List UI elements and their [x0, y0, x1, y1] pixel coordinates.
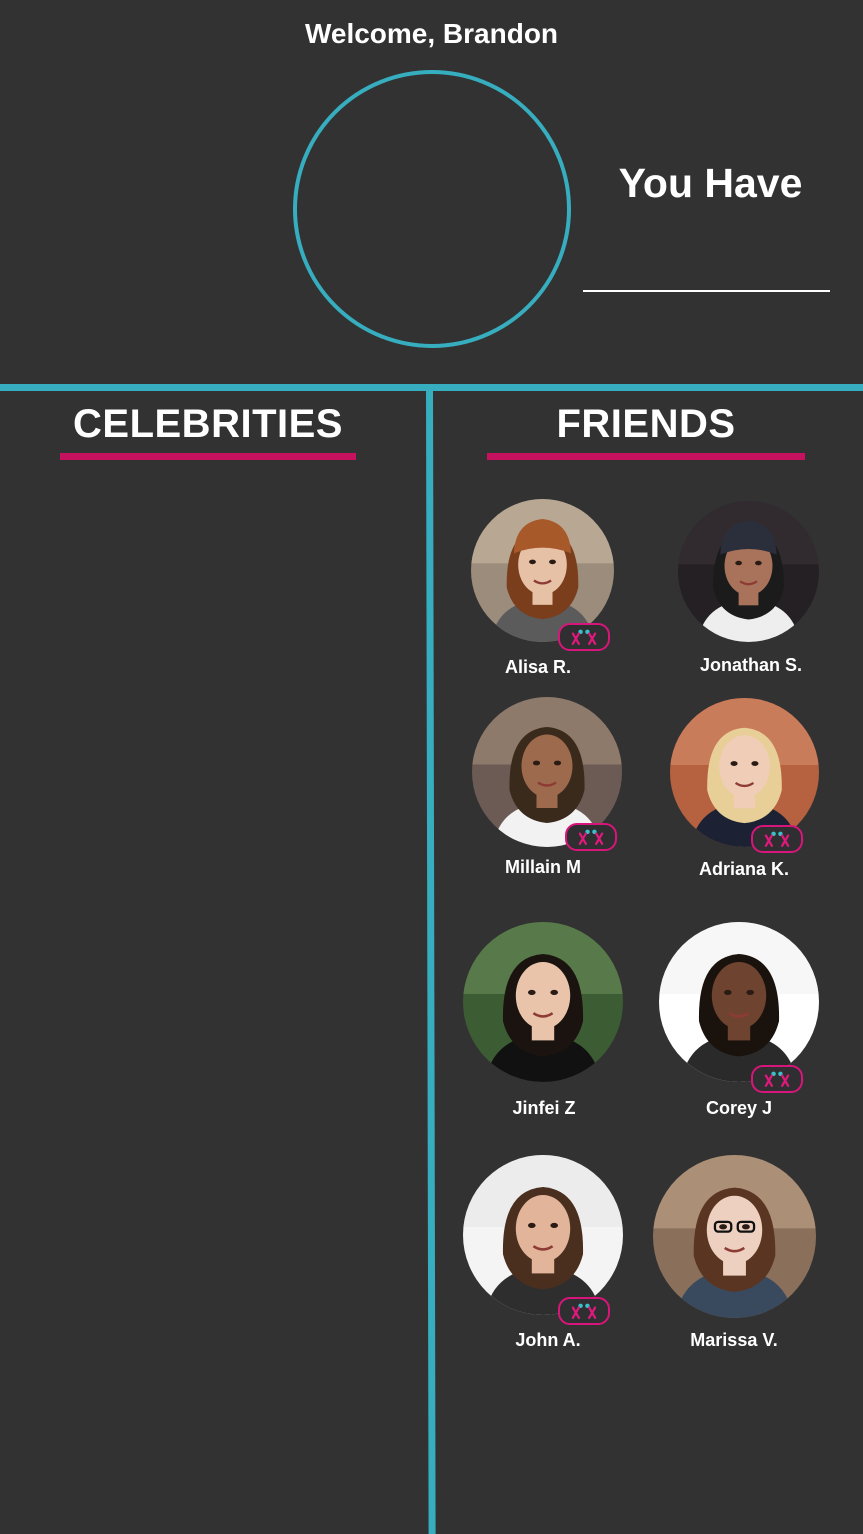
friend-avatar[interactable] — [678, 501, 819, 642]
people-logo-icon — [565, 823, 617, 851]
people-logo-icon — [751, 1065, 803, 1093]
celebrities-title: CELEBRITIES — [73, 402, 343, 446]
friend-name: Jinfei Z — [512, 1098, 576, 1118]
welcome-heading: Welcome, Brandon — [304, 18, 559, 49]
friend-avatar[interactable] — [463, 1155, 623, 1315]
profile-photo-placeholder[interactable] — [293, 70, 571, 348]
friend-name: Millain M — [505, 857, 581, 877]
friend-name: Marissa V. — [690, 1330, 778, 1350]
celebrities-title-underline — [60, 453, 356, 460]
friend-avatar[interactable] — [463, 922, 623, 1082]
friend-name: Adriana K. — [698, 859, 790, 879]
celebrities-list — [0, 470, 420, 1470]
friends-title-underline — [487, 453, 805, 460]
section-divider-vertical — [426, 391, 436, 1534]
people-logo-icon — [558, 623, 610, 651]
friend-avatar[interactable] — [659, 922, 819, 1082]
friend-name: Alisa R. — [504, 657, 572, 677]
people-logo-icon — [751, 825, 803, 853]
friend-avatar[interactable] — [471, 499, 614, 642]
friends-title: FRIENDS — [556, 402, 736, 446]
friend-avatar[interactable] — [670, 698, 819, 847]
friend-avatar[interactable] — [653, 1155, 816, 1318]
you-have-underline — [583, 290, 830, 292]
friend-name: John A. — [515, 1330, 581, 1350]
people-logo-icon — [558, 1297, 610, 1325]
friend-name: Jonathan S. — [699, 655, 802, 675]
you-have-label: You Have — [618, 160, 803, 206]
section-divider-horizontal — [0, 384, 863, 391]
friend-name: Corey J — [705, 1098, 773, 1118]
